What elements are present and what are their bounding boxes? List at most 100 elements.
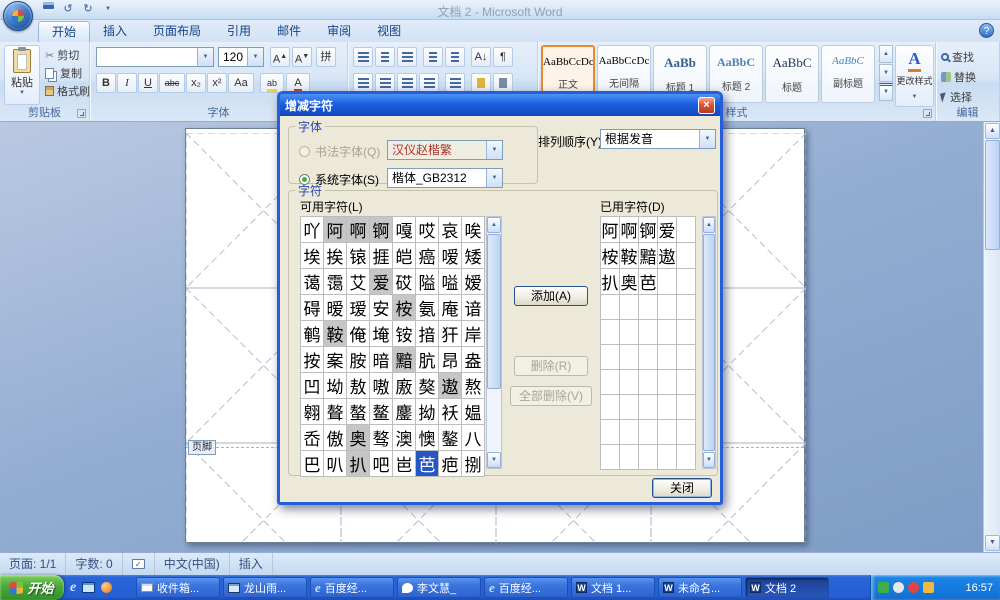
- available-char-cell[interactable]: 肮: [415, 346, 439, 373]
- available-char-cell[interactable]: 桉: [392, 294, 416, 321]
- align-left-button[interactable]: [353, 73, 373, 93]
- available-char-cell[interactable]: 霭: [323, 268, 347, 295]
- justify-button[interactable]: [419, 73, 439, 93]
- font-name-select[interactable]: ▼: [96, 47, 214, 67]
- used-char-cell[interactable]: [676, 319, 696, 345]
- available-char-cell[interactable]: 巴: [300, 450, 324, 477]
- language-indicator[interactable]: 中文(中国): [155, 553, 230, 575]
- used-char-cell[interactable]: [657, 319, 677, 345]
- italic-button[interactable]: I: [117, 73, 137, 93]
- available-char-cell[interactable]: 吖: [300, 216, 324, 243]
- gallery-up-button[interactable]: ▲: [879, 45, 893, 63]
- available-char-cell[interactable]: 拗: [415, 398, 439, 425]
- align-center-button[interactable]: [375, 73, 395, 93]
- available-char-cell[interactable]: 傲: [323, 424, 347, 451]
- scroll-up-button[interactable]: ▲: [487, 217, 501, 233]
- available-char-cell[interactable]: 哀: [438, 216, 462, 243]
- available-char-cell[interactable]: 廒: [392, 372, 416, 399]
- select-button[interactable]: 选择: [939, 89, 972, 105]
- available-char-cell[interactable]: 遨: [438, 372, 462, 399]
- align-right-button[interactable]: [397, 73, 417, 93]
- task-browser-2[interactable]: e 百度经...: [484, 577, 568, 598]
- tab-review[interactable]: 审阅: [314, 21, 364, 42]
- copy-button[interactable]: 复制: [42, 64, 93, 82]
- available-char-cell[interactable]: 埯: [369, 320, 393, 347]
- strikethrough-button[interactable]: abc: [159, 73, 185, 93]
- used-char-cell[interactable]: [600, 294, 620, 320]
- used-char-cell[interactable]: 鞍: [619, 242, 639, 269]
- scroll-down-button[interactable]: ▼: [703, 452, 715, 468]
- used-char-cell[interactable]: [676, 216, 696, 243]
- used-char-cell[interactable]: [657, 268, 677, 295]
- tray-icon[interactable]: [908, 582, 919, 593]
- scroll-up-button[interactable]: ▲: [985, 123, 1000, 139]
- dialog-close-icon[interactable]: ×: [698, 96, 715, 114]
- available-char-cell[interactable]: 嘎: [392, 216, 416, 243]
- available-char-cell[interactable]: 坳: [323, 372, 347, 399]
- line-spacing-button[interactable]: [445, 73, 465, 93]
- page-indicator[interactable]: 页面: 1/1: [0, 553, 67, 575]
- available-char-cell[interactable]: 骜: [369, 424, 393, 451]
- used-char-cell[interactable]: [676, 344, 696, 370]
- dialog-titlebar[interactable]: 增减字符 ×: [280, 94, 720, 116]
- used-char-cell[interactable]: [676, 394, 696, 420]
- scroll-thumb[interactable]: [487, 234, 501, 389]
- tab-mailings[interactable]: 邮件: [264, 21, 314, 42]
- calligraphy-font-radio[interactable]: [299, 146, 310, 157]
- used-grid-scrollbar[interactable]: ▲ ▼: [702, 216, 716, 469]
- available-char-cell[interactable]: 埃: [300, 242, 324, 269]
- available-char-cell[interactable]: 嗌: [438, 268, 462, 295]
- available-char-cell[interactable]: 哎: [415, 216, 439, 243]
- used-char-cell[interactable]: [619, 419, 639, 445]
- used-chars-grid[interactable]: 阿啊锕爱桉鞍黯遨扒奥芭: [600, 216, 696, 470]
- cut-button[interactable]: ✂ 剪切: [42, 46, 93, 64]
- used-char-cell[interactable]: [600, 369, 620, 395]
- add-button[interactable]: 添加(A): [514, 286, 588, 306]
- used-char-cell[interactable]: [638, 369, 658, 395]
- phonetic-guide-button[interactable]: 拼: [316, 47, 336, 67]
- used-char-cell[interactable]: [600, 319, 620, 345]
- available-char-cell[interactable]: 犴: [438, 320, 462, 347]
- used-char-cell[interactable]: [638, 319, 658, 345]
- available-char-cell[interactable]: 吧: [369, 450, 393, 477]
- available-char-cell[interactable]: 敖: [346, 372, 370, 399]
- shading-button[interactable]: [471, 73, 491, 93]
- used-char-cell[interactable]: 桉: [600, 242, 620, 269]
- close-button[interactable]: 关闭: [652, 478, 712, 498]
- replace-button[interactable]: 替换: [941, 69, 976, 85]
- available-char-cell[interactable]: 锿: [346, 242, 370, 269]
- grow-font-button[interactable]: A▲: [270, 47, 290, 67]
- scroll-thumb[interactable]: [985, 140, 1000, 250]
- tab-page-layout[interactable]: 页面布局: [140, 21, 214, 42]
- available-char-cell[interactable]: 捌: [461, 450, 485, 477]
- tab-references[interactable]: 引用: [214, 21, 264, 42]
- underline-button[interactable]: U: [138, 73, 158, 93]
- used-char-cell[interactable]: 扒: [600, 268, 620, 295]
- used-char-cell[interactable]: 奥: [619, 268, 639, 295]
- used-char-cell[interactable]: [676, 294, 696, 320]
- available-char-cell[interactable]: 嫒: [461, 268, 485, 295]
- show-desktop-icon[interactable]: [82, 582, 96, 593]
- tray-icon[interactable]: [923, 582, 934, 593]
- scroll-down-button[interactable]: ▼: [487, 452, 501, 468]
- tab-insert[interactable]: 插入: [90, 21, 140, 42]
- gallery-more-button[interactable]: ▼: [879, 83, 893, 101]
- available-char-cell[interactable]: 铵: [392, 320, 416, 347]
- used-char-cell[interactable]: [657, 369, 677, 395]
- change-styles-button[interactable]: A 更改样式 ▼: [895, 45, 934, 107]
- style-item-subtitle[interactable]: AaBbC 副标题: [821, 45, 875, 103]
- borders-button[interactable]: [493, 73, 513, 93]
- used-char-cell[interactable]: [600, 444, 620, 470]
- internet-explorer-icon[interactable]: e: [70, 580, 76, 596]
- used-char-cell[interactable]: [600, 394, 620, 420]
- used-char-cell[interactable]: 芭: [638, 268, 658, 295]
- available-char-cell[interactable]: 八: [461, 424, 485, 451]
- used-char-cell[interactable]: [619, 394, 639, 420]
- available-char-cell[interactable]: 暗: [369, 346, 393, 373]
- available-char-cell[interactable]: 翱: [300, 398, 324, 425]
- find-button[interactable]: 查找: [941, 49, 974, 65]
- available-char-cell[interactable]: 聱: [323, 398, 347, 425]
- styles-dialog-launcher[interactable]: [923, 109, 932, 118]
- used-char-cell[interactable]: 遨: [657, 242, 677, 269]
- available-char-cell[interactable]: 挨: [323, 242, 347, 269]
